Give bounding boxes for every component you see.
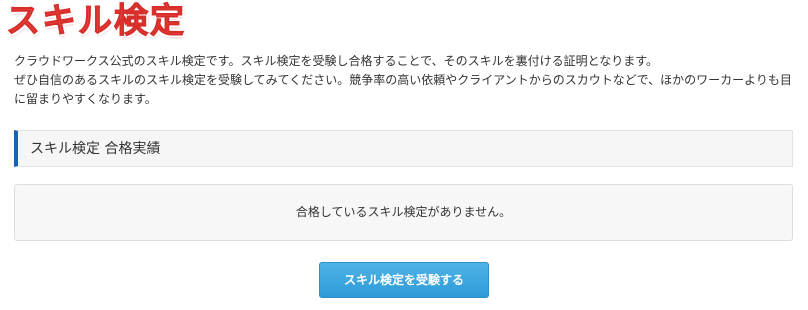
skill-exam-page: スキル検定 クラウドワークス公式のスキル検定です。スキル検定を受験し合格すること… bbox=[0, 0, 808, 310]
empty-state-message: 合格しているスキル検定がありません。 bbox=[295, 205, 512, 219]
empty-state-box: 合格しているスキル検定がありません。 bbox=[14, 184, 793, 241]
page-title: スキル検定 bbox=[6, 1, 186, 42]
page-title-wrap: スキル検定 bbox=[6, 0, 186, 44]
description-line: ぜひ自信のあるスキルのスキル検定を受験してみてください。競争率の高い依頼やクライ… bbox=[14, 73, 792, 87]
take-exam-button[interactable]: スキル検定を受験する bbox=[319, 262, 489, 298]
section-heading: スキル検定 合格実績 bbox=[30, 141, 161, 157]
page-description: クラウドワークス公式のスキル検定です。スキル検定を受験し合格することで、そのスキ… bbox=[14, 52, 802, 109]
passed-exams-section-header: スキル検定 合格実績 bbox=[14, 130, 793, 167]
description-line: クラウドワークス公式のスキル検定です。スキル検定を受験し合格することで、そのスキ… bbox=[14, 54, 659, 68]
description-line: に留まりやすくなります。 bbox=[14, 92, 157, 106]
